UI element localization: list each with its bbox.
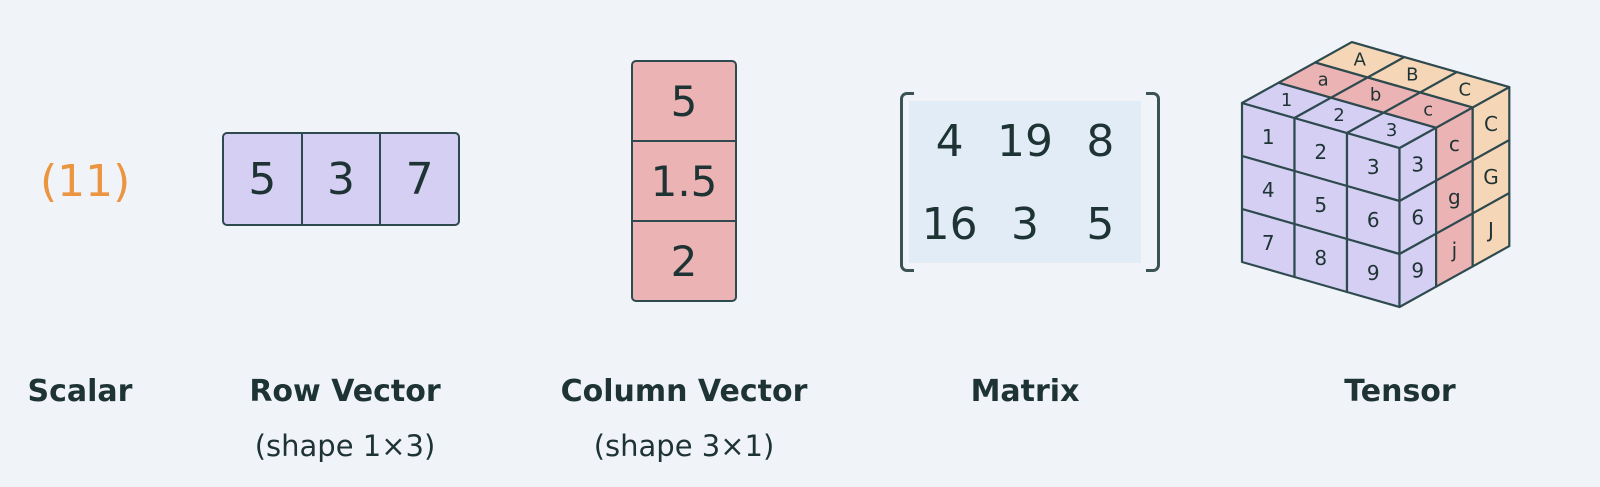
tensor-front-value: 9 xyxy=(1367,261,1380,285)
column-vector-cell: 2 xyxy=(670,236,698,286)
column-vector: 5 1.5 2 xyxy=(631,60,737,302)
column-vector-shape: (shape 3×1) xyxy=(593,429,775,463)
tensor-side-value: g xyxy=(1448,185,1461,209)
tensor-side-value: J xyxy=(1486,218,1494,242)
tensor-front-value: 2 xyxy=(1314,140,1327,164)
matrix-cell: 16 xyxy=(921,199,978,250)
matrix-label: Matrix xyxy=(970,374,1080,409)
matrix-cell: 8 xyxy=(1086,116,1115,167)
tensor-top-value: a xyxy=(1318,70,1329,91)
tensor-label: Tensor xyxy=(1344,374,1456,409)
tensor-front-value: 6 xyxy=(1367,208,1380,232)
tensor-front-value: 3 xyxy=(1367,155,1380,179)
tensor-front-value: 1 xyxy=(1262,125,1275,149)
tensor-front-value: 4 xyxy=(1262,178,1275,202)
column-vector-cell: 1.5 xyxy=(633,142,735,222)
matrix-cell: 5 xyxy=(1086,199,1115,250)
row-vector-shape: (shape 1×3) xyxy=(254,429,436,463)
matrix-right-bracket xyxy=(1146,92,1160,272)
tensor-top-value: C xyxy=(1458,79,1471,100)
tensor-top-value: 3 xyxy=(1386,120,1397,141)
tensor-front-value: 5 xyxy=(1314,193,1327,217)
tensor-top-value: B xyxy=(1406,64,1418,85)
scalar-label: Scalar xyxy=(27,374,133,409)
tensor-front-value: 7 xyxy=(1262,231,1275,255)
tensor-top-value: A xyxy=(1354,49,1367,70)
tensor-top-value: 1 xyxy=(1281,90,1292,111)
row-vector-cell: 7 xyxy=(405,153,434,205)
tensor-side-value: 3 xyxy=(1411,152,1424,176)
tensor-side-value: 6 xyxy=(1411,205,1424,229)
row-vector-label: Row Vector xyxy=(249,374,441,409)
row-vector-cell: 5 xyxy=(224,134,303,224)
tensor-top-value: c xyxy=(1423,100,1433,121)
row-vector-cell: 3 xyxy=(303,134,382,224)
tensor-cube: 1234567893cC6gG9jJ123abcABC xyxy=(1240,40,1511,309)
tensor-front-value: 8 xyxy=(1314,246,1327,270)
column-vector-label: Column Vector xyxy=(560,374,808,409)
matrix-cell: 4 xyxy=(935,116,964,167)
tensor-side-value: 9 xyxy=(1411,258,1424,282)
matrix: 4 19 8 16 3 5 xyxy=(912,100,1138,266)
tensor-side-value: G xyxy=(1483,165,1499,189)
tensor-side-value: c xyxy=(1449,132,1460,156)
tensor-top-value: 2 xyxy=(1333,105,1344,126)
tensor-side-value: C xyxy=(1484,112,1498,136)
tensor-side-value: j xyxy=(1451,238,1458,262)
column-vector-cell: 5 xyxy=(633,62,735,142)
row-vector: 5 3 7 xyxy=(222,132,460,226)
scalar-value: (11) xyxy=(40,156,131,207)
matrix-cell: 3 xyxy=(1010,199,1039,250)
tensor-top-value: b xyxy=(1370,85,1381,106)
matrix-cell: 19 xyxy=(996,116,1053,167)
